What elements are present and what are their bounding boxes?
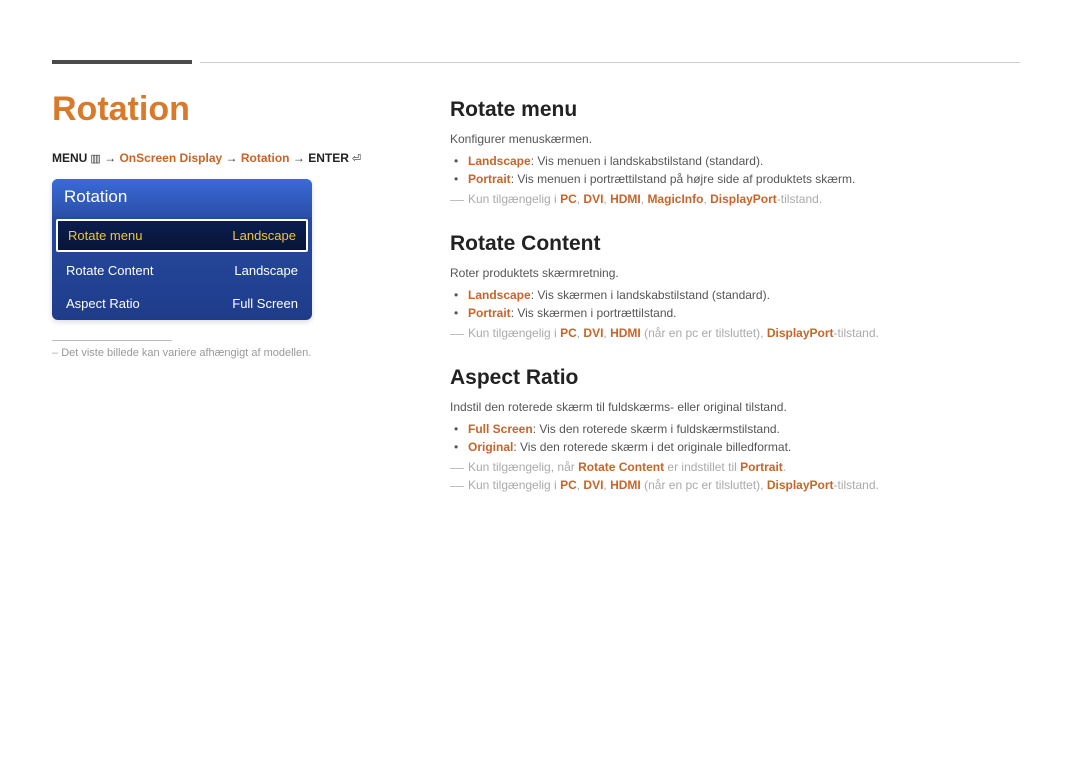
note-text: Kun tilgængelig i — [468, 478, 560, 492]
list-item: Full Screen: Vis den roterede skærm i fu… — [468, 422, 1020, 436]
osd-row-rotate-content[interactable]: Rotate Content Landscape — [52, 254, 312, 287]
note-rotate-content: Kun tilgængelig i PC, DVI, HDMI (når en … — [450, 326, 1020, 340]
note-rotate-content: Rotate Content — [578, 460, 664, 474]
breadcrumb-arrow-2: → — [222, 151, 241, 165]
option-text: : Vis skærmen i portrættilstand. — [511, 306, 677, 320]
note-displayport: DisplayPort — [710, 192, 777, 206]
header-accent — [52, 60, 192, 64]
desc-rotate-content: Roter produktets skærmretning. — [450, 266, 1020, 280]
list-item: Portrait: Vis menuen i portrættilstand p… — [468, 172, 1020, 186]
note-aspect-ratio-1: Kun tilgængelig, når Rotate Content er i… — [450, 460, 1020, 474]
osd-panel: Rotation Rotate menu Landscape Rotate Co… — [52, 179, 312, 320]
footnote-rule — [52, 340, 172, 341]
option-text: : Vis den roterede skærm i fuldskærmstil… — [533, 422, 780, 436]
breadcrumb-onscreen: OnScreen Display — [119, 151, 222, 165]
note-displayport: DisplayPort — [767, 326, 834, 340]
note-portrait: Portrait — [740, 460, 783, 474]
breadcrumb-rotation: Rotation — [241, 151, 290, 165]
menu-icon: ▥ — [87, 153, 100, 165]
note-text: -tilstand. — [777, 192, 822, 206]
osd-value: Landscape — [232, 228, 296, 243]
osd-value: Full Screen — [232, 296, 298, 311]
breadcrumb-menu: MENU — [52, 151, 87, 165]
page-title: Rotation — [52, 90, 402, 129]
list-item: Landscape: Vis menuen i landskabstilstan… — [468, 154, 1020, 168]
bullets-aspect-ratio: Full Screen: Vis den roterede skærm i fu… — [468, 422, 1020, 454]
note-text: er indstillet til — [664, 460, 740, 474]
note-text: (når en pc er tilsluttet), — [641, 326, 767, 340]
note-hdmi: HDMI — [610, 326, 641, 340]
bullets-rotate-content: Landscape: Vis skærmen i landskabstilsta… — [468, 288, 1020, 320]
option-text: : Vis menuen i portrættilstand på højre … — [511, 172, 856, 186]
note-hdmi: HDMI — [610, 192, 641, 206]
note-magicinfo: MagicInfo — [647, 192, 703, 206]
option-text: : Vis den roterede skærm i det originale… — [513, 440, 791, 454]
note-text: -tilstand. — [834, 326, 879, 340]
note-dvi: DVI — [583, 478, 603, 492]
desc-rotate-menu: Konfigurer menuskærmen. — [450, 132, 1020, 146]
osd-value: Landscape — [234, 263, 298, 278]
breadcrumb-enter: ENTER — [308, 151, 349, 165]
osd-label: Rotate menu — [68, 228, 142, 243]
option-text: : Vis menuen i landskabstilstand (standa… — [531, 154, 764, 168]
note-rotate-menu: Kun tilgængelig i PC, DVI, HDMI, MagicIn… — [450, 192, 1020, 206]
footnote: Det viste billede kan variere afhængigt … — [52, 347, 402, 359]
note-hdmi: HDMI — [610, 478, 641, 492]
note-text: -tilstand. — [834, 478, 879, 492]
osd-label: Aspect Ratio — [66, 296, 140, 311]
option-portrait: Portrait — [468, 172, 511, 186]
osd-label: Rotate Content — [66, 263, 153, 278]
note-pc: PC — [560, 326, 577, 340]
left-column: Rotation MENU ▥ → OnScreen Display → Rot… — [52, 90, 402, 359]
note-pc: PC — [560, 478, 577, 492]
osd-header: Rotation — [52, 179, 312, 217]
option-landscape: Landscape — [468, 154, 531, 168]
note-text: Kun tilgængelig i — [468, 326, 560, 340]
section-title-rotate-menu: Rotate menu — [450, 98, 1020, 122]
list-item: Landscape: Vis skærmen i landskabstilsta… — [468, 288, 1020, 302]
osd-row-rotate-menu[interactable]: Rotate menu Landscape — [56, 219, 308, 252]
note-text: (når en pc er tilsluttet), — [641, 478, 767, 492]
list-item: Portrait: Vis skærmen i portrættilstand. — [468, 306, 1020, 320]
section-title-rotate-content: Rotate Content — [450, 232, 1020, 256]
breadcrumb-arrow-3: → — [290, 151, 309, 165]
note-text: Kun tilgængelig i — [468, 192, 560, 206]
note-dvi: DVI — [583, 326, 603, 340]
breadcrumb: MENU ▥ → OnScreen Display → Rotation → E… — [52, 151, 402, 165]
header-rule — [200, 62, 1020, 63]
desc-aspect-ratio: Indstil den roterede skærm til fuldskærm… — [450, 400, 1020, 414]
note-dvi: DVI — [583, 192, 603, 206]
option-landscape: Landscape — [468, 288, 531, 302]
option-text: : Vis skærmen i landskabstilstand (stand… — [531, 288, 770, 302]
right-column: Rotate menu Konfigurer menuskærmen. Land… — [450, 98, 1020, 496]
section-title-aspect-ratio: Aspect Ratio — [450, 366, 1020, 390]
enter-icon: ⏎ — [349, 153, 361, 165]
note-pc: PC — [560, 192, 577, 206]
note-text: . — [783, 460, 786, 474]
note-aspect-ratio-2: Kun tilgængelig i PC, DVI, HDMI (når en … — [450, 478, 1020, 492]
osd-row-aspect-ratio[interactable]: Aspect Ratio Full Screen — [52, 287, 312, 320]
breadcrumb-arrow-1: → — [101, 151, 120, 165]
option-portrait: Portrait — [468, 306, 511, 320]
option-full-screen: Full Screen — [468, 422, 533, 436]
list-item: Original: Vis den roterede skærm i det o… — [468, 440, 1020, 454]
bullets-rotate-menu: Landscape: Vis menuen i landskabstilstan… — [468, 154, 1020, 186]
note-displayport: DisplayPort — [767, 478, 834, 492]
option-original: Original — [468, 440, 513, 454]
note-text: Kun tilgængelig, når — [468, 460, 578, 474]
